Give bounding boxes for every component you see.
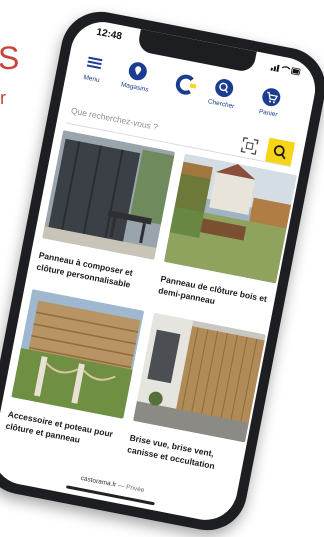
search-icon [215,79,234,98]
product-card[interactable]: Accessoire et poteau pour clôture et pan… [5,289,145,453]
product-image [163,153,297,284]
phone-mockup: 12:48 Menu Magasins Chercher Panier Que … [0,4,324,537]
footer-separator: — [117,482,126,491]
nav-menu-label: Menu [82,74,101,85]
search-input[interactable]: Que recherchez-vous ? [70,105,159,132]
phone-frame: 12:48 Menu Magasins Chercher Panier Que … [0,4,324,537]
product-card[interactable]: Panneau de clôture bois et demi-panneau [157,153,297,318]
nav-stores-label: Magasins [120,81,149,94]
product-card[interactable]: Brise vue, brise vent, canisse et occult… [126,312,266,477]
nav-cart-label: Panier [258,108,279,119]
search-submit-button[interactable] [264,137,296,167]
cart-icon [262,88,281,107]
barcode-scan-icon[interactable] [240,136,259,156]
phone-screen: 12:48 Menu Magasins Chercher Panier Que … [0,16,321,526]
nav-cart[interactable]: Panier [242,82,299,121]
menu-icon [86,56,103,70]
nav-stores[interactable]: Magasins [108,56,165,95]
side-text-r: r [0,88,6,108]
footer-domain: castorama.fr [80,474,117,489]
product-image [42,130,176,260]
product-image [11,289,145,419]
side-text-s: S [0,40,20,76]
footer-mode: Privée [125,483,145,495]
status-time: 12:48 [95,26,123,43]
product-card[interactable]: Panneau à composer et clôture personnali… [36,130,176,294]
nav-search-label: Chercher [207,98,235,111]
signal-battery-icon [270,64,301,76]
product-image [133,312,266,443]
store-pin-icon [128,62,147,81]
search-icon [273,145,286,160]
